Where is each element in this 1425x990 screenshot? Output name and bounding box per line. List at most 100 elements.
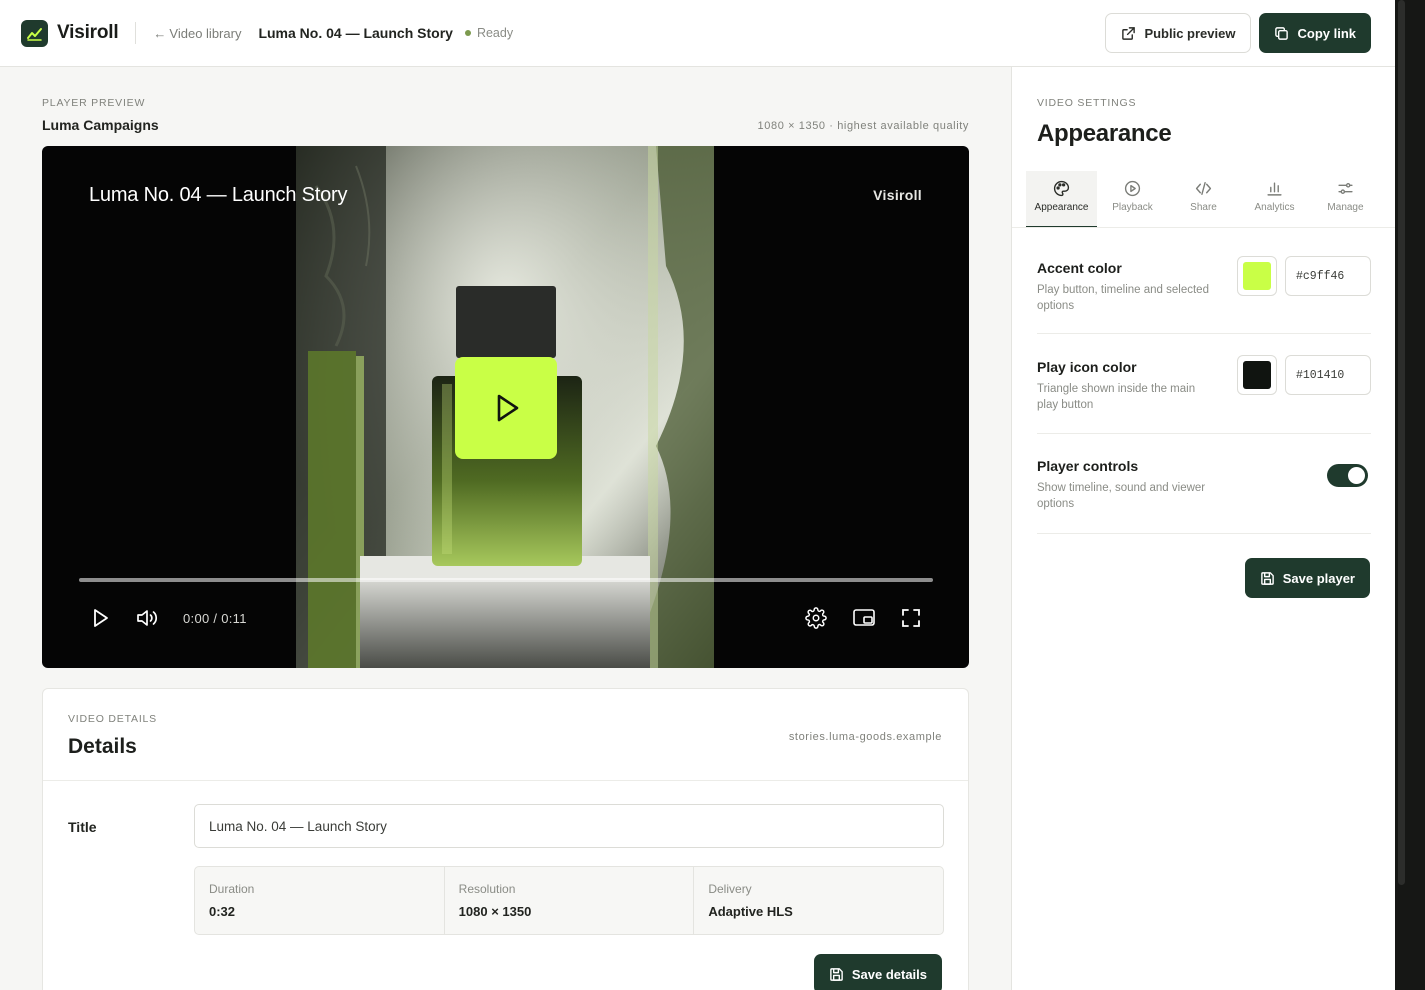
volume-icon xyxy=(137,610,158,626)
save-player-label: Save player xyxy=(1282,570,1355,586)
tab-label: Playback xyxy=(1112,202,1153,213)
app-window: Visiroll ← Video library Luma No. 04 — L… xyxy=(0,0,1395,990)
bar-chart-icon xyxy=(1267,182,1282,196)
meta-duration: Duration 0:32 xyxy=(195,867,445,934)
video-player[interactable]: Luma No. 04 — Launch Story Visiroll 0:00… xyxy=(42,146,969,668)
tab-analytics[interactable]: Analytics xyxy=(1239,171,1310,228)
save-details-button[interactable]: Save details xyxy=(813,954,942,990)
back-to-library-link[interactable]: ← Video library xyxy=(153,26,241,41)
player-watermark: Visiroll xyxy=(873,187,922,203)
save-icon xyxy=(830,967,843,981)
tab-share[interactable]: Share xyxy=(1168,171,1239,228)
divider xyxy=(1037,433,1371,434)
picture-in-picture-icon xyxy=(853,609,875,626)
video-details-eyebrow: VIDEO DETAILS xyxy=(68,713,157,725)
meta-value: 0:32 xyxy=(209,904,236,919)
tab-label: Share xyxy=(1190,202,1217,213)
player-overlay-title: Luma No. 04 — Launch Story xyxy=(89,184,348,206)
scrollbar[interactable] xyxy=(1398,0,1405,885)
code-icon xyxy=(1195,181,1212,196)
settings-heading: Appearance xyxy=(1037,120,1172,147)
play-icon-color-setting: Play icon color Triangle shown inside th… xyxy=(1037,355,1371,413)
settings-tabs: Appearance Playback Share Analytics Mana… xyxy=(1026,171,1382,228)
title-input[interactable] xyxy=(194,804,944,848)
divider xyxy=(1037,533,1371,534)
quality-note: 1080 × 1350 · highest available quality xyxy=(757,120,969,132)
collection-name: Luma Campaigns xyxy=(42,117,159,133)
tab-manage[interactable]: Manage xyxy=(1310,171,1381,228)
external-link-icon xyxy=(1122,26,1136,40)
play-icon-color-hex-input[interactable] xyxy=(1285,355,1371,395)
play-icon xyxy=(497,394,519,422)
setting-description: Play button, timeline and selected optio… xyxy=(1037,284,1209,312)
meta-delivery: Delivery Adaptive HLS xyxy=(694,867,943,934)
accent-color-swatch-fill xyxy=(1243,262,1271,290)
tab-label: Manage xyxy=(1327,202,1364,213)
accent-color-swatch[interactable] xyxy=(1237,256,1277,296)
meta-value: Adaptive HLS xyxy=(708,904,793,919)
player-controls-toggle[interactable] xyxy=(1327,464,1368,487)
setting-description: Show timeline, sound and viewer options xyxy=(1037,482,1206,510)
player-preview-eyebrow: PLAYER PREVIEW xyxy=(42,97,146,109)
setting-title: Player controls xyxy=(1037,458,1139,474)
fullscreen-button[interactable] xyxy=(898,605,924,631)
tab-label: Appearance xyxy=(1034,202,1089,213)
fullscreen-icon xyxy=(902,609,920,627)
volume-button[interactable] xyxy=(134,605,160,631)
save-player-button[interactable]: Save player xyxy=(1244,558,1370,598)
copy-icon xyxy=(1275,26,1289,40)
gear-icon xyxy=(805,607,827,629)
big-play-button[interactable] xyxy=(455,357,557,459)
tab-appearance[interactable]: Appearance xyxy=(1026,171,1097,228)
status-badge: Ready xyxy=(464,26,514,40)
play-circle-icon xyxy=(1124,180,1141,197)
divider xyxy=(1012,227,1395,228)
top-actions: Public preview Copy link xyxy=(1105,13,1371,53)
play-icon-color-swatch[interactable] xyxy=(1237,355,1277,395)
public-preview-button[interactable]: Public preview xyxy=(1105,13,1252,53)
meta-value: 1080 × 1350 xyxy=(458,904,532,919)
divider xyxy=(43,780,968,781)
public-preview-label: Public preview xyxy=(1144,25,1236,41)
video-settings-eyebrow: VIDEO SETTINGS xyxy=(1037,97,1137,109)
timeline-scrubber[interactable] xyxy=(79,578,933,582)
divider xyxy=(135,22,137,44)
divider xyxy=(1037,333,1371,334)
tab-playback[interactable]: Playback xyxy=(1097,171,1168,228)
accent-color-hex-input[interactable] xyxy=(1285,256,1371,296)
meta-label: Resolution xyxy=(458,882,516,896)
breadcrumb-video-title: Luma No. 04 — Launch Story xyxy=(258,25,453,41)
accent-color-setting: Accent color Play button, timeline and s… xyxy=(1037,256,1371,314)
meta-label: Delivery xyxy=(708,882,752,896)
top-bar: Visiroll ← Video library Luma No. 04 — L… xyxy=(0,0,1395,67)
settings-panel: VIDEO SETTINGS Appearance Appearance Pla… xyxy=(1011,67,1395,990)
copy-link-label: Copy link xyxy=(1297,25,1356,41)
sliders-icon xyxy=(1338,183,1353,194)
tab-label: Analytics xyxy=(1254,202,1295,213)
back-link-label: Video library xyxy=(169,25,242,41)
video-meta-grid: Duration 0:32 Resolution 1080 × 1350 Del… xyxy=(194,866,944,935)
details-domain: stories.luma-goods.example xyxy=(788,731,942,743)
details-heading: Details xyxy=(68,735,137,758)
brand[interactable]: Visiroll xyxy=(21,19,119,47)
picture-in-picture-button[interactable] xyxy=(851,605,877,631)
settings-button[interactable] xyxy=(803,605,829,631)
title-field-label: Title xyxy=(68,819,97,835)
play-icon-color-swatch-fill xyxy=(1243,361,1271,389)
time-display: 0:00 / 0:11 xyxy=(183,611,247,626)
status-dot-icon xyxy=(464,30,471,36)
status-label: Ready xyxy=(476,26,514,40)
setting-description: Triangle shown inside the main play butt… xyxy=(1037,383,1196,411)
save-details-label: Save details xyxy=(851,966,927,982)
play-pause-button[interactable] xyxy=(87,605,113,631)
meta-resolution: Resolution 1080 × 1350 xyxy=(445,867,695,934)
play-icon xyxy=(94,609,108,627)
brand-name: Visiroll xyxy=(57,22,119,43)
arrow-left-icon: ← xyxy=(153,25,167,41)
logo-icon xyxy=(21,19,48,47)
meta-label: Duration xyxy=(209,882,255,896)
player-controls-setting: Player controls Show timeline, sound and… xyxy=(1037,458,1371,512)
save-icon xyxy=(1260,571,1274,585)
copy-link-button[interactable]: Copy link xyxy=(1259,13,1371,53)
toggle-knob xyxy=(1348,467,1365,484)
